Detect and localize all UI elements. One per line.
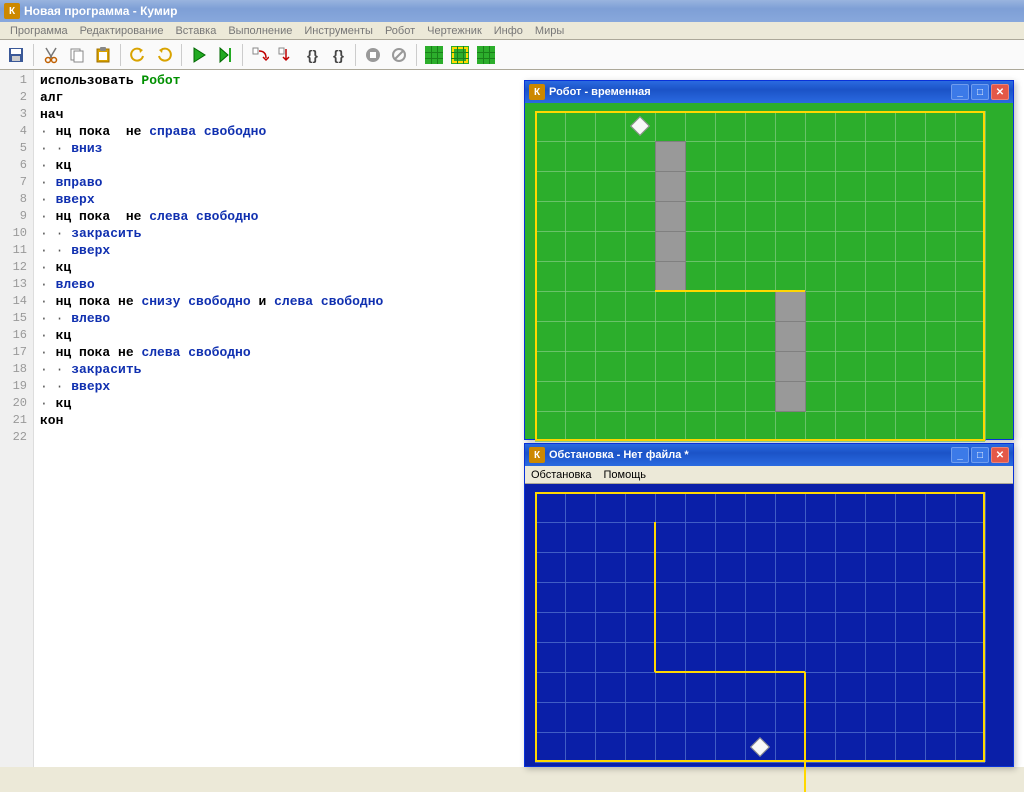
robot-window[interactable]: К Робот - временная _ □ ✕: [524, 80, 1014, 440]
cut-button[interactable]: [39, 43, 63, 67]
grid-green3-button[interactable]: [474, 43, 498, 67]
step-over-button[interactable]: [274, 43, 298, 67]
app-icon: К: [4, 3, 20, 19]
env-window-title: Обстановка - Нет файла *: [549, 449, 689, 461]
menu-item[interactable]: Инфо: [488, 23, 529, 39]
redo-button[interactable]: [152, 43, 176, 67]
stop-small-button[interactable]: [387, 43, 411, 67]
code-editor[interactable]: 12345678910111213141516171819202122 испо…: [0, 70, 520, 767]
grid-green2-button[interactable]: [448, 43, 472, 67]
menu-item[interactable]: Чертежник: [421, 23, 488, 39]
close-button[interactable]: ✕: [991, 84, 1009, 100]
robot-titlebar[interactable]: К Робот - временная _ □ ✕: [525, 81, 1013, 103]
code-content[interactable]: использовать Роботалгнач· нц пока не спр…: [34, 70, 520, 767]
menu-item[interactable]: Редактирование: [74, 23, 170, 39]
svg-text:{}: {}: [333, 47, 344, 63]
menu-item[interactable]: Робот: [379, 23, 421, 39]
app-icon: К: [529, 447, 545, 463]
paste-button[interactable]: [91, 43, 115, 67]
pause-button[interactable]: [213, 43, 237, 67]
svg-text:{}: {}: [307, 47, 318, 63]
menu-item[interactable]: Инструменты: [298, 23, 379, 39]
menu-item[interactable]: Помощь: [603, 469, 646, 481]
menu-item[interactable]: Программа: [4, 23, 74, 39]
menu-item[interactable]: Вставка: [169, 23, 222, 39]
robot-canvas[interactable]: [525, 103, 1013, 439]
toolbar: {} {}: [0, 40, 1024, 70]
window-title: Новая программа - Кумир: [24, 4, 178, 18]
undo-button[interactable]: [126, 43, 150, 67]
step-into-button[interactable]: [248, 43, 272, 67]
menu-item[interactable]: Выполнение: [222, 23, 298, 39]
line-gutter: 12345678910111213141516171819202122: [0, 70, 34, 767]
close-button[interactable]: ✕: [991, 447, 1009, 463]
app-icon: К: [529, 84, 545, 100]
step-brace1-button[interactable]: {}: [300, 43, 324, 67]
main-area: 12345678910111213141516171819202122 испо…: [0, 70, 1024, 767]
env-menu: Обстановка Помощь: [525, 466, 1013, 484]
menu-bar: ПрограммаРедактированиеВставкаВыполнение…: [0, 22, 1024, 40]
minimize-button[interactable]: _: [951, 84, 969, 100]
env-canvas[interactable]: [525, 484, 1013, 766]
env-titlebar[interactable]: К Обстановка - Нет файла * _ □ ✕: [525, 444, 1013, 466]
maximize-button[interactable]: □: [971, 447, 989, 463]
robot-window-title: Робот - временная: [549, 86, 651, 98]
grid-green1-button[interactable]: [422, 43, 446, 67]
copy-button[interactable]: [65, 43, 89, 67]
menu-item[interactable]: Обстановка: [531, 469, 591, 481]
minimize-button[interactable]: _: [951, 447, 969, 463]
maximize-button[interactable]: □: [971, 84, 989, 100]
save-button[interactable]: [4, 43, 28, 67]
menu-item[interactable]: Миры: [529, 23, 570, 39]
stop-large-button[interactable]: [361, 43, 385, 67]
env-window[interactable]: К Обстановка - Нет файла * _ □ ✕ Обстано…: [524, 443, 1014, 767]
main-titlebar: К Новая программа - Кумир: [0, 0, 1024, 22]
run-button[interactable]: [187, 43, 211, 67]
step-brace2-button[interactable]: {}: [326, 43, 350, 67]
